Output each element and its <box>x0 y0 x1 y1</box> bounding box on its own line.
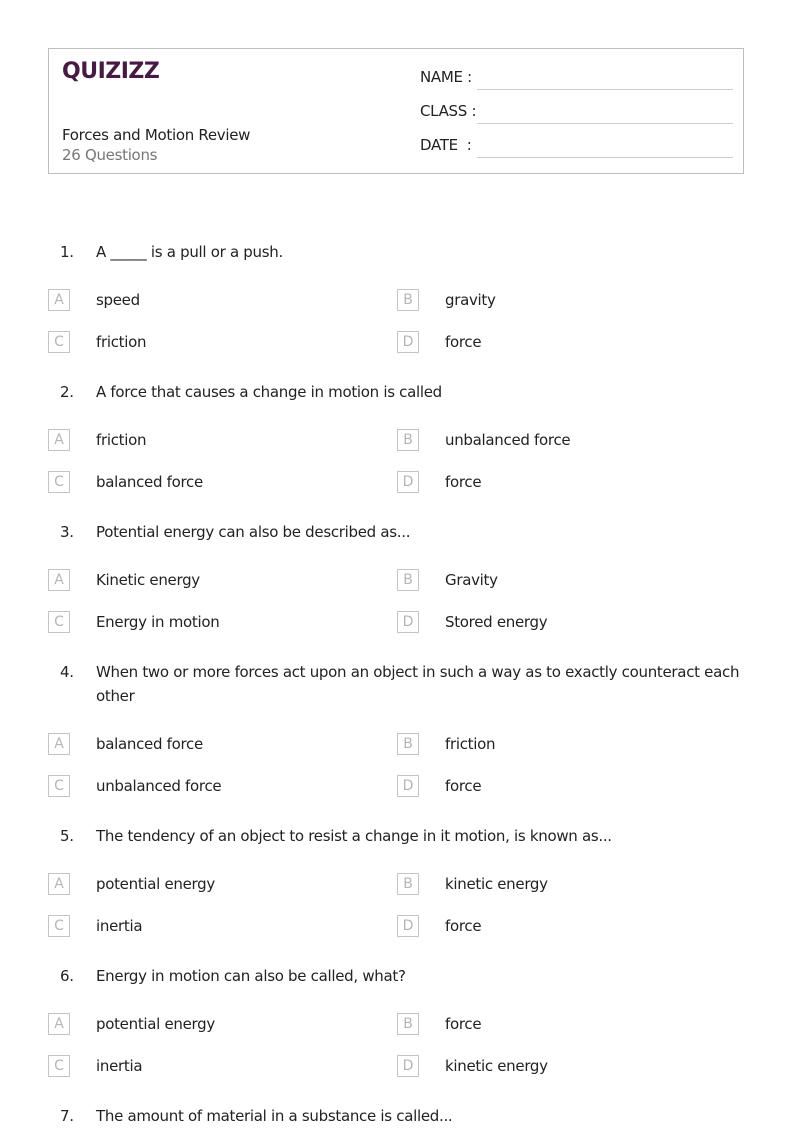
option-letter-box[interactable]: A <box>48 733 70 755</box>
option-letter-box[interactable]: D <box>397 1055 419 1077</box>
option-letter-box[interactable]: D <box>397 471 419 493</box>
option-text: unbalanced force <box>96 777 222 795</box>
worksheet-title: Forces and Motion Review <box>62 126 251 144</box>
option-letter-box[interactable]: C <box>48 611 70 633</box>
option-text: balanced force <box>96 735 203 753</box>
question-number: 3. <box>60 523 74 541</box>
name-label: NAME : <box>420 68 472 86</box>
question-text: Potential energy can also be described a… <box>96 523 411 541</box>
option-letter-box[interactable]: D <box>397 775 419 797</box>
option-text: Energy in motion <box>96 613 220 631</box>
option-letter-box[interactable]: B <box>397 733 419 755</box>
option-text: force <box>445 777 482 795</box>
date-label: DATE : <box>420 136 472 154</box>
option-letter-box[interactable]: C <box>48 471 70 493</box>
question-number: 7. <box>60 1107 74 1125</box>
option-text: force <box>445 917 482 935</box>
option-text: gravity <box>445 291 496 309</box>
question-number: 6. <box>60 967 74 985</box>
question-text: A _____ is a pull or a push. <box>96 243 283 261</box>
date-field[interactable] <box>477 157 733 158</box>
option-text: Kinetic energy <box>96 571 200 589</box>
option-letter-box[interactable]: D <box>397 611 419 633</box>
option-letter-box[interactable]: D <box>397 915 419 937</box>
option-text: speed <box>96 291 140 309</box>
option-letter-box[interactable]: B <box>397 289 419 311</box>
question-number: 4. <box>60 663 74 681</box>
option-text: balanced force <box>96 473 203 491</box>
option-text: unbalanced force <box>445 431 571 449</box>
option-letter-box[interactable]: C <box>48 1055 70 1077</box>
question-count: 26 Questions <box>62 146 158 164</box>
option-text: friction <box>96 333 147 351</box>
question-text: The tendency of an object to resist a ch… <box>96 827 612 845</box>
option-text: inertia <box>96 917 143 935</box>
option-text: friction <box>445 735 496 753</box>
option-text: potential energy <box>96 1015 215 1033</box>
question-number: 2. <box>60 383 74 401</box>
question-text: The amount of material in a substance is… <box>96 1107 453 1125</box>
option-letter-box[interactable]: A <box>48 873 70 895</box>
option-letter-box[interactable]: B <box>397 1013 419 1035</box>
option-letter-box[interactable]: A <box>48 429 70 451</box>
option-text: Gravity <box>445 571 498 589</box>
option-text: potential energy <box>96 875 215 893</box>
option-text: Stored energy <box>445 613 548 631</box>
question-number: 1. <box>60 243 74 261</box>
option-letter-box[interactable]: C <box>48 915 70 937</box>
option-text: force <box>445 1015 482 1033</box>
option-text: force <box>445 473 482 491</box>
question-number: 5. <box>60 827 74 845</box>
option-letter-box[interactable]: C <box>48 775 70 797</box>
option-letter-box[interactable]: A <box>48 569 70 591</box>
option-letter-box[interactable]: A <box>48 1013 70 1035</box>
worksheet-header: QUIZIZZ Forces and Motion Review 26 Ques… <box>48 48 744 174</box>
option-text: friction <box>96 431 147 449</box>
option-letter-box[interactable]: C <box>48 331 70 353</box>
option-text: kinetic energy <box>445 875 548 893</box>
option-text: kinetic energy <box>445 1057 548 1075</box>
option-text: inertia <box>96 1057 143 1075</box>
class-label: CLASS : <box>420 102 477 120</box>
quizizz-logo: QUIZIZZ <box>62 59 160 84</box>
option-letter-box[interactable]: B <box>397 569 419 591</box>
question-text: When two or more forces act upon an obje… <box>96 663 740 705</box>
question-text: A force that causes a change in motion i… <box>96 383 442 401</box>
class-field[interactable] <box>477 123 733 124</box>
option-letter-box[interactable]: B <box>397 429 419 451</box>
option-letter-box[interactable]: B <box>397 873 419 895</box>
option-letter-box[interactable]: A <box>48 289 70 311</box>
option-letter-box[interactable]: D <box>397 331 419 353</box>
name-field[interactable] <box>477 89 733 90</box>
question-text: Energy in motion can also be called, wha… <box>96 967 406 985</box>
option-text: force <box>445 333 482 351</box>
